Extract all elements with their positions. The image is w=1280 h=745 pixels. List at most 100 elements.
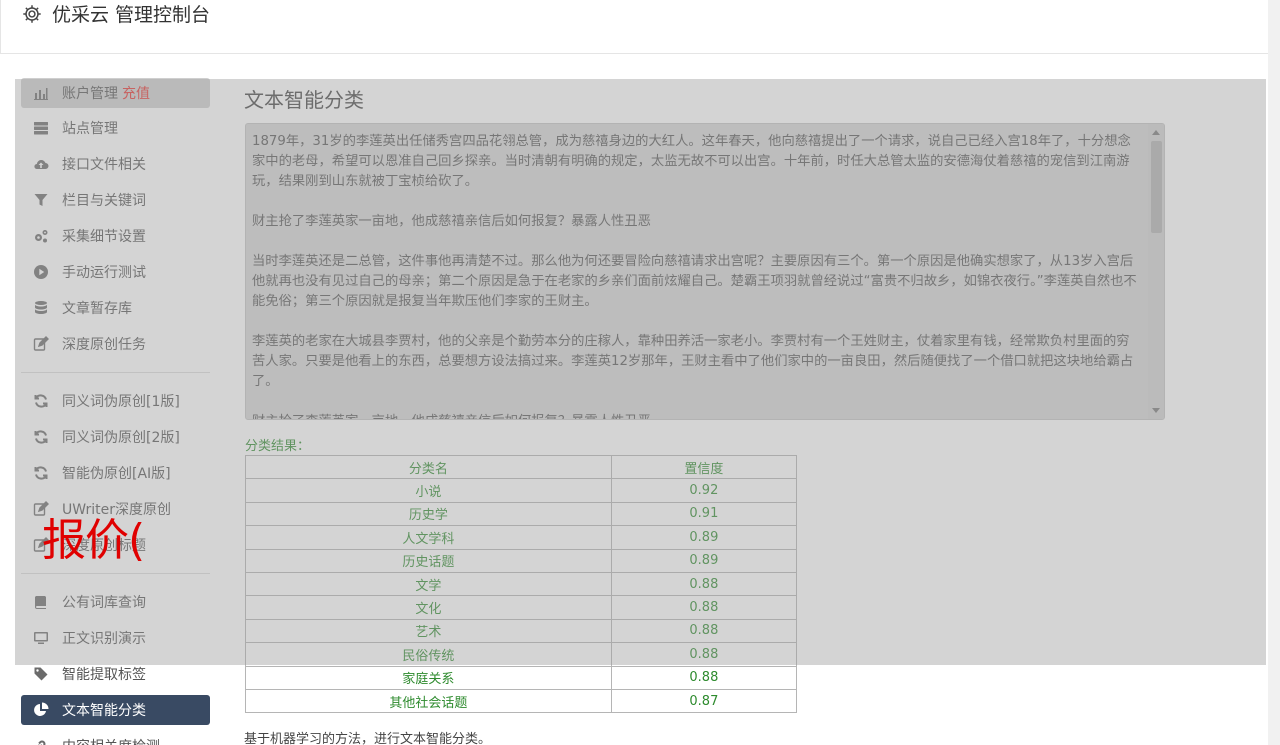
sidebar-item-label: 站点管理 bbox=[62, 121, 118, 137]
sidebar-item-deep-original-task[interactable]: 深度原创任务 bbox=[21, 329, 210, 359]
overlay-price-text: 报价( bbox=[42, 515, 145, 566]
category-cell: 家庭关系 bbox=[245, 665, 612, 690]
category-cell: 其他社会话题 bbox=[245, 688, 612, 714]
top-bar: 优采云 管理控制台 bbox=[0, 0, 1268, 54]
pie-chart-icon bbox=[32, 701, 50, 719]
sidebar-item-article-store[interactable]: 文章暂存库 bbox=[21, 293, 210, 323]
sidebar-item-label: 账户管理 bbox=[62, 86, 118, 102]
table-row: 艺术 0.88 bbox=[245, 618, 798, 644]
sidebar-item-relevance-check[interactable]: 内容相关度检测 bbox=[21, 731, 210, 745]
column-header-category: 分类名 bbox=[245, 454, 612, 480]
book-icon bbox=[32, 593, 50, 611]
footer-note: 基于机器学习的方法，进行文本智能分类。 bbox=[244, 732, 492, 745]
category-cell: 文学 bbox=[245, 571, 612, 597]
text-input-area[interactable]: 1879年，31岁的李莲英出任储秀宫四品花翎总管，成为慈禧身边的大红人。这年春天… bbox=[245, 123, 1165, 420]
sidebar-item-manual-run[interactable]: 手动运行测试 bbox=[21, 257, 210, 287]
table-row: 民俗传统 0.88 bbox=[245, 642, 798, 667]
result-label: 分类结果： bbox=[245, 439, 311, 454]
sidebar-item-label: 栏目与关键词 bbox=[62, 193, 146, 209]
sidebar-item-synonym-v2[interactable]: 同义词伪原创[2版] bbox=[21, 422, 210, 452]
sidebar-item-label: 深度原创任务 bbox=[62, 337, 146, 353]
refresh-icon bbox=[32, 464, 50, 482]
text-paragraph: 1879年，31岁的李莲英出任储秀宫四品花翎总管，成为慈禧身边的大红人。这年春天… bbox=[252, 134, 1131, 189]
sidebar-item-label: 公有词库查询 bbox=[62, 595, 146, 611]
textarea-scrollbar[interactable] bbox=[1148, 124, 1164, 419]
category-cell: 文化 bbox=[245, 595, 612, 620]
sidebar-item-label: 文本智能分类 bbox=[62, 703, 146, 719]
table-row: 家庭关系 0.88 bbox=[245, 665, 798, 690]
sidebar-item-label: 智能伪原创[AI版] bbox=[62, 466, 171, 482]
sidebar-item-account[interactable]: 账户管理 充值 bbox=[21, 78, 210, 108]
category-cell: 历史话题 bbox=[245, 548, 612, 573]
sidebar-item-interface-files[interactable]: 接口文件相关 bbox=[21, 149, 210, 179]
sidebar-item-label: 手动运行测试 bbox=[62, 265, 146, 281]
recharge-link[interactable]: 充值 bbox=[122, 83, 150, 103]
table-row: 历史话题 0.89 bbox=[245, 548, 798, 573]
text-content: 1879年，31岁的李莲英出任储秀宫四品花翎总管，成为慈禧身边的大红人。这年春天… bbox=[252, 132, 1138, 419]
sidebar-divider bbox=[21, 573, 210, 574]
confidence-cell: 0.88 bbox=[610, 665, 798, 690]
app-title: 优采云 管理控制台 bbox=[52, 4, 211, 26]
sidebar-item-body-recognition[interactable]: 正文识别演示 bbox=[21, 623, 210, 653]
sidebar-item-synonym-v1[interactable]: 同义词伪原创[1版] bbox=[21, 386, 210, 416]
scroll-down-arrow-icon[interactable] bbox=[1152, 408, 1160, 413]
text-paragraph: 李莲英的老家在大城县李贾村，他的父亲是个勤劳本分的庄稼人，靠种田养活一家老小。李… bbox=[252, 334, 1134, 389]
sidebar-item-label: 同义词伪原创[2版] bbox=[62, 430, 180, 446]
bar-chart-icon bbox=[32, 84, 50, 102]
sidebar-item-collect-settings[interactable]: 采集细节设置 bbox=[21, 221, 210, 251]
sidebar: 账户管理 充值 站点管理 接口文件相关 栏目与关键词 采集细节设置 手动运行测试… bbox=[15, 70, 215, 745]
link-icon bbox=[32, 737, 50, 745]
confidence-cell: 0.89 bbox=[610, 525, 798, 550]
table-row: 人文学科 0.89 bbox=[245, 525, 798, 550]
category-cell: 民俗传统 bbox=[245, 642, 612, 667]
sidebar-divider bbox=[21, 372, 210, 373]
scroll-up-arrow-icon[interactable] bbox=[1152, 130, 1160, 135]
sidebar-item-text-classify[interactable]: 文本智能分类 bbox=[21, 695, 210, 725]
refresh-icon bbox=[32, 428, 50, 446]
gear-icon[interactable] bbox=[21, 3, 43, 25]
confidence-cell: 0.88 bbox=[610, 571, 798, 597]
sidebar-item-public-lexicon[interactable]: 公有词库查询 bbox=[21, 587, 210, 617]
cloud-upload-icon bbox=[32, 155, 50, 173]
page-scrollbar[interactable] bbox=[1268, 0, 1280, 745]
refresh-icon bbox=[32, 392, 50, 410]
confidence-cell: 0.92 bbox=[610, 478, 798, 503]
table-row: 其他社会话题 0.87 bbox=[245, 688, 798, 714]
edit-icon bbox=[32, 335, 50, 353]
sidebar-item-label: 采集细节设置 bbox=[62, 229, 146, 245]
category-cell: 人文学科 bbox=[245, 525, 612, 550]
confidence-cell: 0.88 bbox=[610, 618, 798, 644]
table-row: 文学 0.88 bbox=[245, 571, 798, 597]
page-title: 文本智能分类 bbox=[244, 88, 364, 112]
confidence-cell: 0.91 bbox=[610, 501, 798, 527]
confidence-cell: 0.88 bbox=[610, 595, 798, 620]
sidebar-item-ai-rewrite[interactable]: 智能伪原创[AI版] bbox=[21, 458, 210, 488]
text-paragraph: 财主抢了李莲英家一亩地，他成慈禧亲信后如何报复？暴露人性丑恶 bbox=[252, 214, 651, 229]
sidebar-item-label: 正文识别演示 bbox=[62, 631, 146, 647]
sidebar-item-label: 智能提取标签 bbox=[62, 667, 146, 683]
category-cell: 小说 bbox=[245, 478, 612, 503]
table-row: 小说 0.92 bbox=[245, 478, 798, 503]
sidebar-item-label: 同义词伪原创[1版] bbox=[62, 394, 180, 410]
sidebar-item-label: 文章暂存库 bbox=[62, 301, 132, 317]
table-header-row: 分类名 置信度 bbox=[245, 454, 798, 480]
confidence-cell: 0.89 bbox=[610, 548, 798, 573]
cogs-icon bbox=[32, 227, 50, 245]
category-cell: 艺术 bbox=[245, 618, 612, 644]
play-circle-icon bbox=[32, 263, 50, 281]
confidence-cell: 0.88 bbox=[610, 642, 798, 667]
table-row: 文化 0.88 bbox=[245, 595, 798, 620]
sidebar-item-label: 接口文件相关 bbox=[62, 157, 146, 173]
table-row: 历史学 0.91 bbox=[245, 501, 798, 527]
scroll-thumb[interactable] bbox=[1151, 141, 1162, 233]
tag-icon bbox=[32, 665, 50, 683]
sidebar-item-label: 内容相关度检测 bbox=[62, 736, 160, 745]
database-icon bbox=[32, 299, 50, 317]
server-icon bbox=[32, 119, 50, 137]
sidebar-item-columns-keywords[interactable]: 栏目与关键词 bbox=[21, 185, 210, 215]
category-cell: 历史学 bbox=[245, 501, 612, 527]
sidebar-item-tag-extract[interactable]: 智能提取标签 bbox=[21, 659, 210, 689]
sidebar-item-sites[interactable]: 站点管理 bbox=[21, 113, 210, 143]
classification-table: 分类名 置信度 小说 0.92 历史学 0.91 人文学科 0.89 历史话题 0.89… bbox=[245, 454, 798, 714]
confidence-cell: 0.87 bbox=[610, 688, 798, 714]
